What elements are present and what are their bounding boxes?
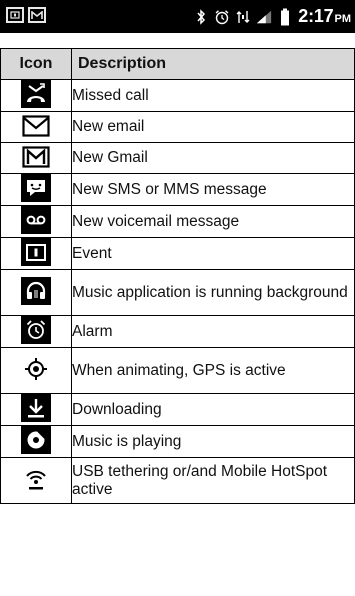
table-row: Downloading (0, 393, 355, 426)
row-description: Music is playing (71, 425, 355, 458)
table-row: USB tethering or/and Mobile HotSpot acti… (0, 457, 355, 504)
clock-time: 2:17 (298, 6, 334, 26)
status-bar: 2:17PM (0, 0, 355, 33)
row-description: New voicemail message (71, 205, 355, 238)
row-description: Music application is running background (71, 269, 355, 316)
voicemail-icon (21, 206, 51, 234)
table-row: New Gmail (0, 142, 355, 174)
row-description: Alarm (71, 315, 355, 348)
signal-icon (256, 8, 272, 26)
calendar-icon (6, 7, 24, 23)
bluetooth-icon (193, 8, 209, 26)
new-email-icon (21, 112, 51, 140)
row-description: New SMS or MMS message (71, 173, 355, 206)
table-row: New voicemail message (0, 205, 355, 238)
alarm-icon (21, 316, 51, 344)
status-right: 2:17PM (193, 6, 351, 27)
status-left (6, 7, 46, 23)
row-description: When animating, GPS is active (71, 347, 355, 394)
row-description: New email (71, 111, 355, 143)
new-sms-icon (21, 174, 51, 202)
table-row: Missed call (0, 79, 355, 112)
row-description: USB tethering or/and Mobile HotSpot acti… (71, 457, 355, 504)
download-icon (21, 394, 51, 422)
icon-column-header: Icon (0, 48, 72, 80)
table-row: New SMS or MMS message (0, 173, 355, 206)
table-row: When animating, GPS is active (0, 347, 355, 394)
table-row: Music application is running background (0, 269, 355, 316)
row-description: Downloading (71, 393, 355, 426)
clock: 2:17PM (298, 6, 351, 27)
row-description: New Gmail (71, 142, 355, 174)
row-description: Missed call (71, 79, 355, 112)
headphones-icon (21, 277, 51, 305)
new-gmail-icon (21, 143, 51, 171)
battery-icon (277, 8, 293, 26)
missed-call-icon (21, 80, 51, 108)
table-row: New email (0, 111, 355, 143)
table-row: Alarm (0, 315, 355, 348)
music-playing-icon (21, 426, 51, 454)
table-header-row: Icon Description (0, 48, 355, 80)
gmail-icon (28, 7, 46, 23)
gps-icon (21, 355, 51, 383)
alarm-icon (214, 8, 230, 26)
row-description: Event (71, 237, 355, 270)
table-row: Music is playing (0, 425, 355, 458)
notification-icons-table: Icon Description Missed call New email N… (0, 48, 355, 504)
table-row: Event (0, 237, 355, 270)
usb-tether-icon (21, 465, 51, 493)
event-icon (21, 238, 51, 266)
data-icon (235, 8, 251, 26)
clock-ampm: PM (334, 13, 352, 25)
description-column-header: Description (71, 48, 355, 80)
